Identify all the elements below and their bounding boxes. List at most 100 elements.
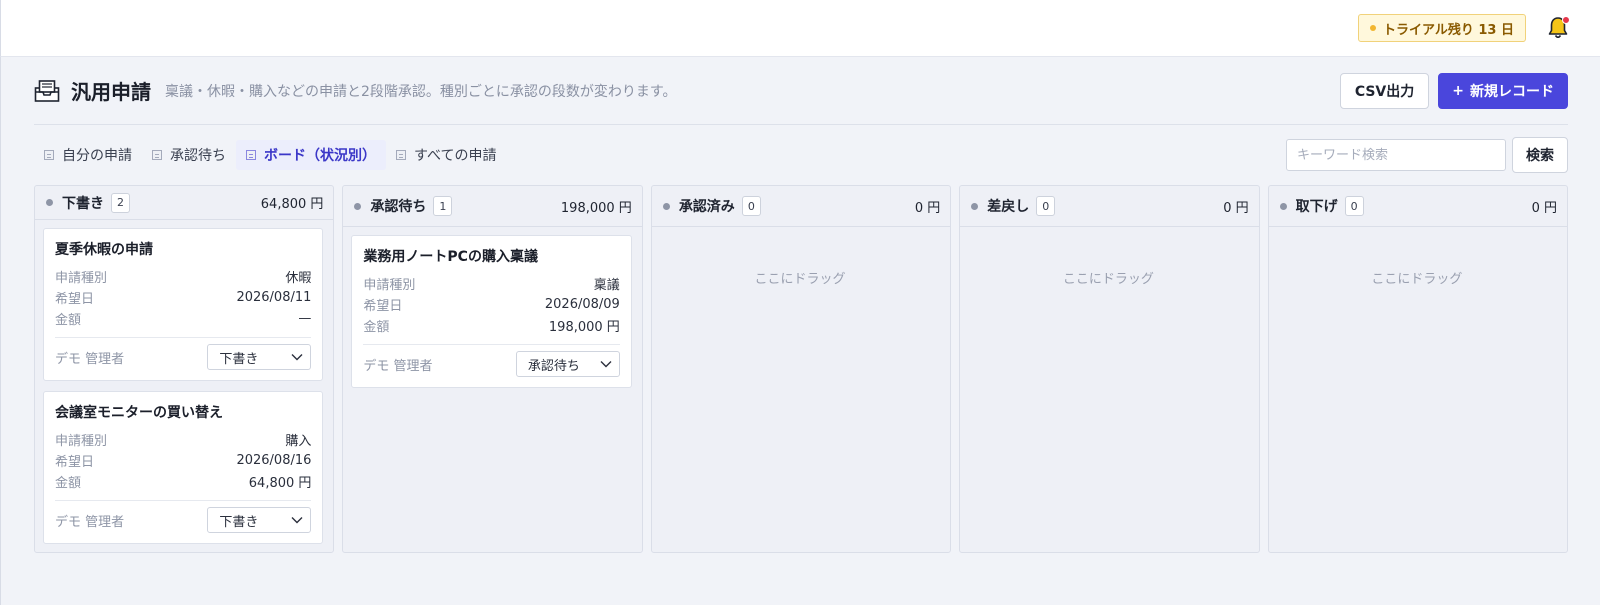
- board-column-returned: 差戻し 0 0 円 ここにドラッグ: [959, 185, 1260, 553]
- card-row: 申請種別 購入: [55, 429, 311, 450]
- tab-board[interactable]: ボード（状況別）: [236, 140, 386, 170]
- status-dot-icon: [971, 202, 979, 210]
- tab-all-requests[interactable]: すべての申請: [386, 140, 506, 170]
- column-total: 0 円: [914, 200, 941, 216]
- card-title: 会議室モニターの買い替え: [55, 405, 223, 421]
- card-label: 希望日: [55, 455, 95, 470]
- chevron-down-icon: [291, 354, 303, 361]
- column-drop-zone[interactable]: ここにドラッグ: [652, 227, 950, 552]
- column-header: 差戻し 0 0 円: [960, 186, 1259, 227]
- search-input[interactable]: [1286, 139, 1506, 171]
- drop-hint: ここにドラッグ: [1062, 272, 1154, 287]
- trial-label: トライアル残り 13 日: [1382, 22, 1514, 38]
- trial-dot-icon: [1369, 25, 1376, 31]
- search-area: 検索: [1286, 137, 1568, 173]
- request-card[interactable]: 夏季休暇の申請 申請種別 休暇 希望日 2026/08/11 金額 — デモ 管…: [43, 228, 324, 381]
- column-count-badge: 0: [1036, 196, 1056, 216]
- status-select[interactable]: 承認待ち: [515, 351, 620, 377]
- card-value: 2026/08/11: [236, 290, 312, 305]
- board-column-withdrawn: 取下げ 0 0 円 ここにドラッグ: [1267, 185, 1569, 553]
- tab-label: すべての申請: [414, 148, 497, 164]
- list-icon: [396, 150, 406, 160]
- page-title: 汎用申請: [71, 80, 151, 104]
- card-label: 金額: [363, 320, 390, 335]
- card-row: 希望日 2026/08/09: [363, 294, 619, 315]
- column-header: 承認済み 0 0 円: [651, 186, 951, 227]
- trial-badge[interactable]: トライアル残り 13 日: [1357, 14, 1526, 42]
- status-dot-icon: [46, 199, 53, 206]
- card-row: 金額 198,000 円: [363, 315, 619, 336]
- top-bar: トライアル残り 13 日: [0, 0, 1600, 57]
- column-count-badge: 0: [1344, 196, 1364, 216]
- card-row: 金額 64,800 円: [55, 471, 311, 492]
- card-label: 金額: [55, 476, 82, 491]
- board-column-draft: 下書き 2 64,800 円 夏季休暇の申請 申請種別 休暇 希望日 2026/…: [34, 185, 335, 553]
- card-label: 申請種別: [363, 278, 416, 293]
- card-label: 申請種別: [55, 271, 108, 286]
- kanban-board: 下書き 2 64,800 円 夏季休暇の申請 申請種別 休暇 希望日 2026/…: [34, 185, 1569, 553]
- tab-my-requests[interactable]: 自分の申請: [34, 140, 142, 170]
- card-value: 2026/08/09: [544, 297, 620, 312]
- card-value: 198,000 円: [548, 320, 620, 335]
- column-drop-zone[interactable]: ここにドラッグ: [1269, 227, 1567, 552]
- chevron-down-icon: [291, 517, 303, 524]
- tabs-row: 自分の申請 承認待ち ボード（状況別） すべての申請 検索: [34, 125, 1568, 185]
- main-content: 汎用申請 稟議・休暇・購入などの申請と2段階承認。種別ごとに承認の段数が変わりま…: [0, 57, 1600, 605]
- column-total: 0 円: [1531, 200, 1558, 216]
- tab-label: 承認待ち: [170, 148, 226, 164]
- card-title: 夏季休暇の申請: [55, 242, 153, 258]
- card-value: 64,800 円: [248, 476, 312, 491]
- column-body: 業務用ノートPCの購入稟議 申請種別 稟議 希望日 2026/08/09 金額 …: [343, 227, 641, 552]
- card-row: 申請種別 稟議: [363, 273, 619, 294]
- tab-label: 自分の申請: [62, 148, 132, 164]
- chevron-down-icon: [600, 361, 612, 368]
- card-label: 希望日: [363, 299, 403, 314]
- column-count-badge: 1: [433, 196, 453, 216]
- column-total: 198,000 円: [560, 200, 632, 216]
- tab-label: ボード（状況別）: [264, 148, 376, 164]
- card-row: 希望日 2026/08/16: [55, 450, 311, 471]
- column-header: 承認待ち 1 198,000 円: [343, 186, 642, 227]
- inbox-icon: [34, 78, 60, 104]
- tab-pending-approval[interactable]: 承認待ち: [142, 140, 236, 170]
- status-select[interactable]: 下書き: [207, 507, 312, 533]
- column-header: 下書き 2 64,800 円: [35, 186, 334, 220]
- column-title: 下書き: [62, 195, 104, 212]
- column-header: 取下げ 0 0 円: [1268, 186, 1568, 227]
- board-column-pending: 承認待ち 1 198,000 円 業務用ノートPCの購入稟議 申請種別 稟議 希…: [342, 185, 643, 553]
- card-row: 金額 —: [55, 308, 311, 329]
- column-title: 承認済み: [678, 199, 735, 215]
- column-title: 差戻し: [987, 199, 1030, 215]
- request-card[interactable]: 会議室モニターの買い替え 申請種別 購入 希望日 2026/08/16 金額 6…: [43, 391, 324, 544]
- notification-dot: [1562, 16, 1570, 24]
- list-icon: [44, 150, 54, 160]
- board-icon: [246, 150, 256, 160]
- bell-icon[interactable]: [1546, 15, 1570, 41]
- status-select-value: 下書き: [219, 351, 259, 367]
- column-drop-zone[interactable]: ここにドラッグ: [960, 227, 1258, 552]
- card-label: 金額: [55, 313, 82, 328]
- card-title: 業務用ノートPCの購入稟議: [363, 249, 538, 265]
- csv-export-button[interactable]: CSV出力: [1339, 72, 1430, 109]
- card-footer: デモ 管理者 下書き: [55, 500, 312, 533]
- new-record-button[interactable]: + 新規レコード: [1438, 72, 1568, 109]
- column-title: 承認待ち: [370, 199, 427, 215]
- request-card[interactable]: 業務用ノートPCの購入稟議 申請種別 稟議 希望日 2026/08/09 金額 …: [351, 235, 632, 388]
- board-column-approved: 承認済み 0 0 円 ここにドラッグ: [650, 185, 952, 553]
- card-row: 申請種別 休暇: [55, 266, 311, 287]
- drop-hint: ここにドラッグ: [1371, 272, 1463, 287]
- page-description: 稟議・休暇・購入などの申請と2段階承認。種別ごとに承認の段数が変わります。: [165, 83, 677, 100]
- plus-icon: +: [1452, 82, 1464, 99]
- status-select[interactable]: 下書き: [207, 344, 312, 370]
- drop-hint: ここにドラッグ: [754, 272, 846, 287]
- search-button[interactable]: 検索: [1512, 137, 1568, 173]
- status-dot-icon: [1279, 202, 1287, 210]
- list-icon: [152, 150, 162, 160]
- column-body: 夏季休暇の申請 申請種別 休暇 希望日 2026/08/11 金額 — デモ 管…: [35, 220, 333, 552]
- card-value: 2026/08/16: [236, 453, 312, 468]
- card-owner: デモ 管理者: [55, 514, 125, 530]
- card-owner: デモ 管理者: [55, 351, 125, 367]
- card-footer: デモ 管理者 承認待ち: [363, 344, 620, 377]
- card-label: 申請種別: [55, 434, 108, 449]
- status-dot-icon: [354, 202, 362, 210]
